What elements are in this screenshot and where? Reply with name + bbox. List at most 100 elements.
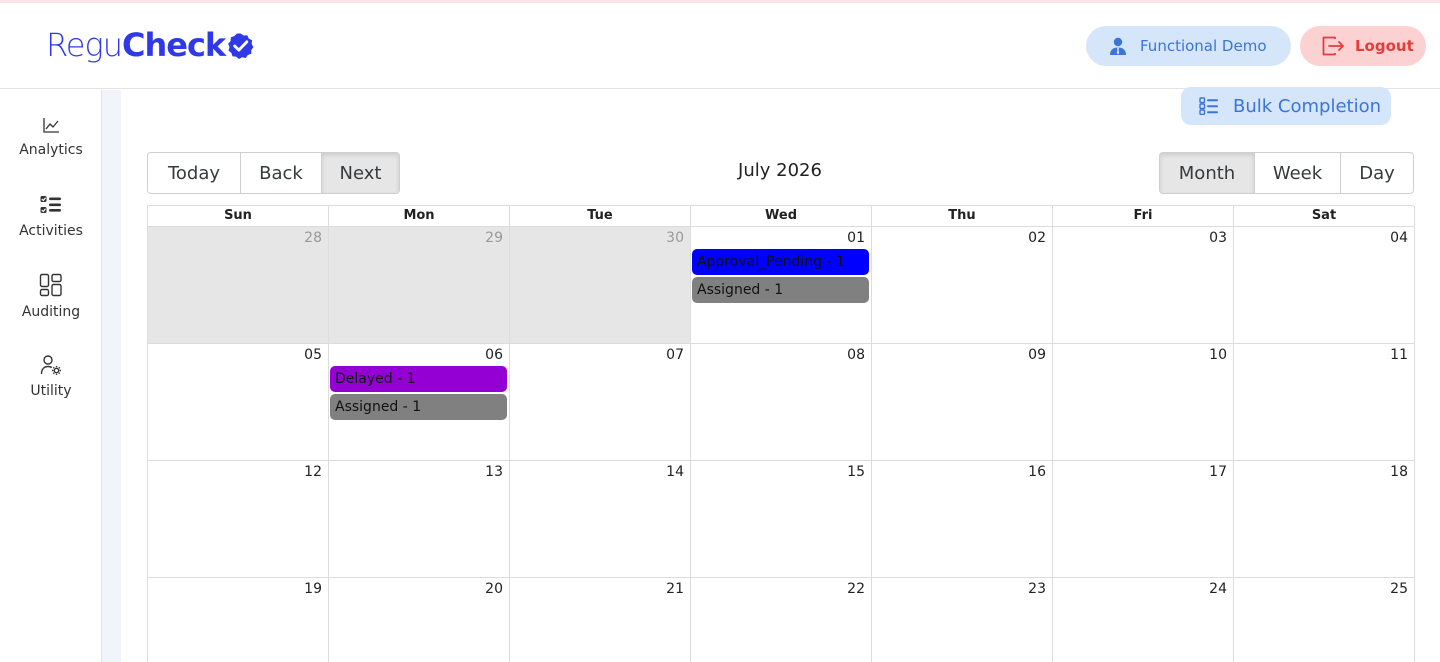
weekday-header: Mon — [329, 206, 510, 227]
day-number[interactable]: 20 — [485, 581, 503, 597]
calendar-day-cell[interactable]: 05 — [148, 344, 329, 460]
calendar-day-cell[interactable]: 19 — [148, 578, 329, 662]
day-number[interactable]: 25 — [1390, 581, 1408, 597]
day-number[interactable]: 21 — [666, 581, 684, 597]
sidebar: Analytics Activities Auditing Utility — [0, 90, 102, 662]
calendar-day-cell[interactable]: 22 — [691, 578, 872, 662]
weekday-header: Wed — [691, 206, 872, 227]
day-number[interactable]: 12 — [304, 464, 322, 480]
calendar-day-cell[interactable]: 28 — [148, 227, 329, 343]
calendar-day-cell[interactable]: 18 — [1234, 461, 1415, 577]
weekday-header: Sat — [1234, 206, 1415, 227]
calendar-day-cell[interactable]: 10 — [1053, 344, 1234, 460]
day-number[interactable]: 18 — [1390, 464, 1408, 480]
calendar-day-cell[interactable]: 17 — [1053, 461, 1234, 577]
sidebar-item-activities[interactable]: Activities — [0, 194, 102, 239]
day-number[interactable]: 24 — [1209, 581, 1227, 597]
day-number[interactable]: 09 — [1028, 347, 1046, 363]
calendar-day-cell[interactable]: 11 — [1234, 344, 1415, 460]
calendar-day-cell[interactable]: 13 — [329, 461, 510, 577]
logout-label: Logout — [1355, 37, 1414, 55]
calendar-day-cell[interactable]: 16 — [872, 461, 1053, 577]
calendar-day-cell[interactable]: 30 — [510, 227, 691, 343]
sidebar-item-label: Activities — [19, 223, 83, 239]
day-number[interactable]: 17 — [1209, 464, 1227, 480]
calendar-day-cell[interactable]: 25 — [1234, 578, 1415, 662]
calendar-day-cell[interactable]: 14 — [510, 461, 691, 577]
month-calendar: Sun Mon Tue Wed Thu Fri Sat 28 29 30 01 Appr… — [147, 205, 1415, 662]
day-number[interactable]: 14 — [666, 464, 684, 480]
day-number[interactable]: 29 — [485, 230, 503, 246]
day-number[interactable]: 02 — [1028, 230, 1046, 246]
user-name-label: Functional Demo — [1140, 37, 1267, 55]
day-number[interactable]: 11 — [1390, 347, 1408, 363]
day-number[interactable]: 23 — [1028, 581, 1046, 597]
day-number[interactable]: 05 — [304, 347, 322, 363]
day-number[interactable]: 08 — [847, 347, 865, 363]
sidebar-item-auditing[interactable]: Auditing — [0, 273, 102, 320]
day-number[interactable]: 01 — [847, 230, 865, 246]
week-view-button[interactable]: Week — [1255, 153, 1341, 193]
calendar-day-cell[interactable]: 04 — [1234, 227, 1415, 343]
calendar-day-cell[interactable]: 23 — [872, 578, 1053, 662]
calendar-event[interactable]: Assigned - 1 — [330, 394, 507, 420]
calendar-day-cell[interactable]: 24 — [1053, 578, 1234, 662]
calendar-day-cell[interactable]: 12 — [148, 461, 329, 577]
logout-icon — [1322, 36, 1344, 56]
calendar-day-cell[interactable]: 02 — [872, 227, 1053, 343]
day-number[interactable]: 04 — [1390, 230, 1408, 246]
weekday-header-row: Sun Mon Tue Wed Thu Fri Sat — [148, 206, 1415, 227]
calendar-event[interactable]: Delayed - 1 — [330, 366, 507, 392]
day-number[interactable]: 13 — [485, 464, 503, 480]
chart-line-icon — [43, 118, 59, 133]
day-number[interactable]: 06 — [485, 347, 503, 363]
app-logo[interactable]: Regu Check — [46, 23, 254, 67]
month-view-button[interactable]: Month — [1160, 153, 1255, 193]
day-number[interactable]: 16 — [1028, 464, 1046, 480]
day-view-button[interactable]: Day — [1341, 153, 1413, 193]
day-number[interactable]: 28 — [304, 230, 322, 246]
user-gear-icon — [40, 355, 61, 375]
check-badge-icon — [228, 32, 254, 59]
weekday-header: Sun — [148, 206, 329, 227]
day-number[interactable]: 07 — [666, 347, 684, 363]
day-number[interactable]: 30 — [666, 230, 684, 246]
day-number[interactable]: 19 — [304, 581, 322, 597]
next-button[interactable]: Next — [322, 153, 399, 193]
day-number[interactable]: 15 — [847, 464, 865, 480]
sidebar-item-label: Utility — [30, 383, 72, 399]
calendar-day-cell[interactable]: 20 — [329, 578, 510, 662]
back-button[interactable]: Back — [241, 153, 322, 193]
sidebar-item-analytics[interactable]: Analytics — [0, 115, 102, 158]
today-button[interactable]: Today — [148, 153, 241, 193]
calendar-week-row: 19 20 21 22 23 24 25 — [148, 578, 1415, 662]
calendar-day-cell[interactable]: 03 — [1053, 227, 1234, 343]
sidebar-item-label: Analytics — [19, 142, 83, 158]
logo-text-regu: Regu — [46, 26, 123, 64]
bulk-completion-button[interactable]: Bulk Completion — [1181, 87, 1391, 125]
calendar-day-cell[interactable]: 01 Approval_Pending - 1 Assigned - 1 — [691, 227, 872, 343]
logout-button[interactable]: Logout — [1300, 26, 1426, 66]
calendar-day-cell[interactable]: 09 — [872, 344, 1053, 460]
app-header: Regu Check Functional Demo Logout — [0, 3, 1440, 89]
sidebar-item-label: Auditing — [21, 304, 81, 320]
calendar-event[interactable]: Assigned - 1 — [692, 277, 869, 303]
sidebar-gutter — [102, 90, 121, 662]
calendar-day-cell[interactable]: 07 — [510, 344, 691, 460]
user-tie-icon — [1110, 37, 1126, 55]
user-profile-button[interactable]: Functional Demo — [1086, 26, 1291, 66]
dashboard-layout-icon — [39, 273, 62, 297]
day-number[interactable]: 03 — [1209, 230, 1227, 246]
calendar-day-cell[interactable]: 08 — [691, 344, 872, 460]
calendar-day-cell[interactable]: 06 Delayed - 1 Assigned - 1 — [329, 344, 510, 460]
checklist-icon — [40, 196, 61, 213]
calendar-nav-group: Today Back Next — [147, 152, 400, 194]
day-number[interactable]: 22 — [847, 581, 865, 597]
day-number[interactable]: 10 — [1209, 347, 1227, 363]
current-month-label: July 2026 — [738, 160, 822, 181]
calendar-day-cell[interactable]: 15 — [691, 461, 872, 577]
calendar-day-cell[interactable]: 21 — [510, 578, 691, 662]
sidebar-item-utility[interactable]: Utility — [0, 354, 102, 399]
calendar-day-cell[interactable]: 29 — [329, 227, 510, 343]
calendar-event[interactable]: Approval_Pending - 1 — [692, 249, 869, 275]
